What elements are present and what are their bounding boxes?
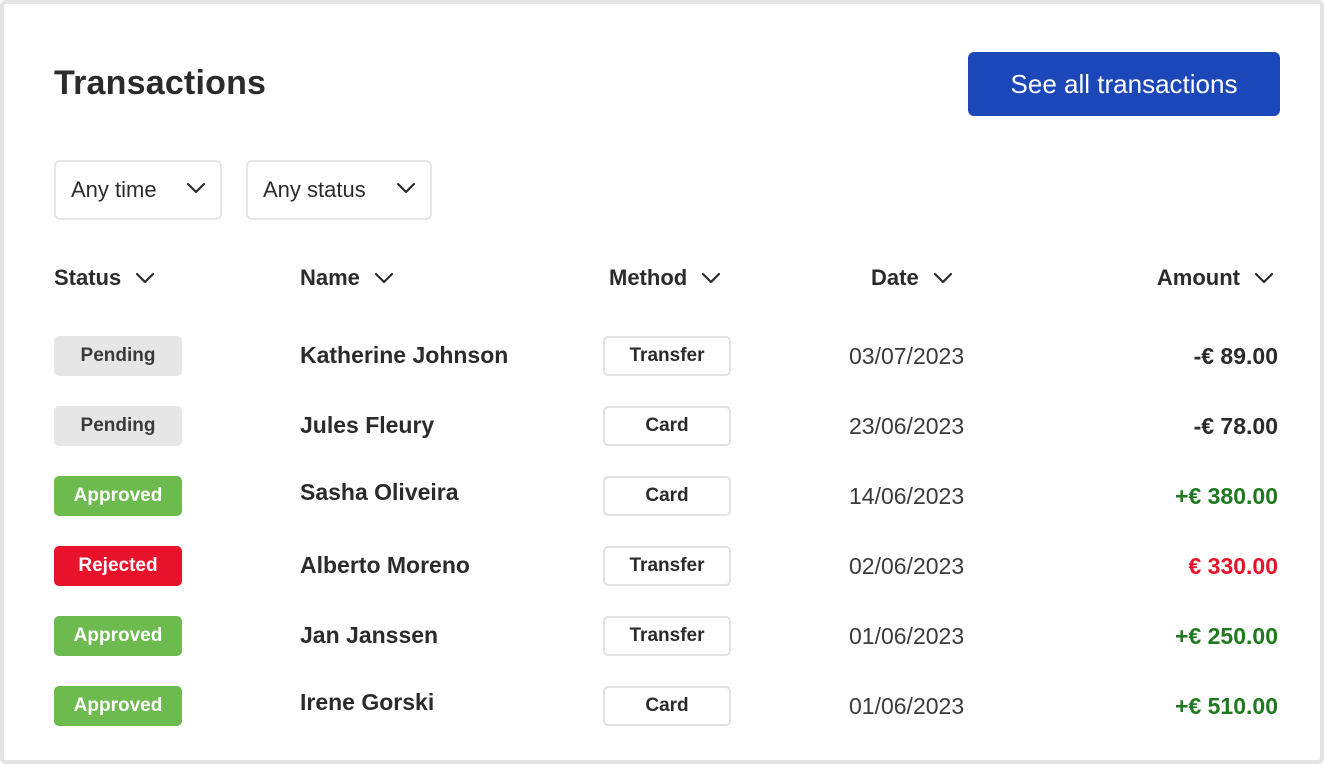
chevron-down-icon — [702, 272, 721, 284]
transaction-name: Jules Fleury — [300, 412, 435, 438]
chevron-down-icon — [374, 272, 394, 284]
transaction-name: Alberto Moreno — [300, 552, 470, 578]
column-header-label: Amount — [1156, 265, 1240, 290]
method-tag: Transfer — [603, 616, 731, 656]
method-tag: Card — [603, 476, 731, 516]
transaction-date: 03/07/2023 — [849, 343, 965, 369]
transaction-date: 14/06/2023 — [849, 483, 965, 509]
transactions-card: Transactions See all transactions Any ti… — [0, 0, 1324, 764]
see-all-transactions-button[interactable]: See all transactions — [968, 52, 1280, 116]
transaction-name: Katherine Johnson — [300, 342, 509, 368]
status-badge: Pending — [54, 336, 182, 376]
method-tag: Transfer — [603, 336, 731, 376]
column-header-status[interactable]: Status — [54, 262, 155, 294]
column-header-amount[interactable]: Amount — [1157, 262, 1274, 294]
transaction-name: Irene Gorski — [300, 689, 435, 715]
column-header-label: Method — [609, 265, 688, 290]
transaction-date: 02/06/2023 — [849, 553, 965, 579]
transaction-name: Jan Janssen — [300, 622, 439, 648]
chevron-down-icon — [186, 182, 206, 194]
column-header-method[interactable]: Method — [609, 262, 721, 294]
column-header-label: Name — [300, 265, 360, 290]
chevron-down-icon — [396, 182, 416, 194]
table-row[interactable]: Approved Jan Janssen Transfer 01/06/2023… — [4, 616, 1324, 656]
transaction-amount: +€ 250.00 — [1175, 623, 1278, 649]
status-badge: Pending — [54, 406, 182, 446]
table-row[interactable]: Pending Jules Fleury Card 23/06/2023 -€ … — [4, 406, 1324, 446]
method-tag: Card — [603, 406, 731, 446]
transaction-date: 01/06/2023 — [849, 693, 965, 719]
chevron-down-icon — [1254, 272, 1274, 284]
table-row[interactable]: Approved Irene Gorski Card 01/06/2023 +€… — [4, 686, 1324, 726]
column-header-label: Status — [54, 265, 122, 290]
transaction-name: Sasha Oliveira — [300, 479, 459, 505]
transaction-date: 23/06/2023 — [849, 413, 965, 439]
method-tag: Transfer — [603, 546, 731, 586]
status-badge: Rejected — [54, 546, 182, 586]
chevron-down-icon — [933, 272, 952, 284]
transaction-amount: +€ 510.00 — [1175, 693, 1278, 719]
table-row[interactable]: Rejected Alberto Moreno Transfer 02/06/2… — [4, 546, 1324, 586]
transaction-amount: -€ 89.00 — [1193, 343, 1278, 369]
column-header-name[interactable]: Name — [300, 262, 394, 294]
status-badge: Approved — [54, 686, 182, 726]
time-filter-value: Any time — [71, 177, 157, 202]
method-tag: Card — [603, 686, 731, 726]
table-row[interactable]: Approved Sasha Oliveira Card 14/06/2023 … — [4, 476, 1324, 516]
column-header-label: Date — [871, 265, 919, 290]
transaction-amount: +€ 380.00 — [1175, 483, 1278, 509]
status-badge: Approved — [54, 616, 182, 656]
transaction-amount: -€ 78.00 — [1193, 413, 1278, 439]
status-badge: Approved — [54, 476, 182, 516]
transaction-amount: € 330.00 — [1188, 553, 1278, 579]
column-header-date[interactable]: Date — [871, 262, 953, 294]
page-title: Transactions — [54, 64, 267, 102]
chevron-down-icon — [136, 272, 155, 284]
status-filter-dropdown[interactable]: Any status — [246, 160, 432, 220]
time-filter-dropdown[interactable]: Any time — [54, 160, 222, 220]
status-filter-value: Any status — [263, 177, 366, 202]
table-row[interactable]: Pending Katherine Johnson Transfer 03/07… — [4, 336, 1324, 376]
transaction-date: 01/06/2023 — [849, 623, 965, 649]
